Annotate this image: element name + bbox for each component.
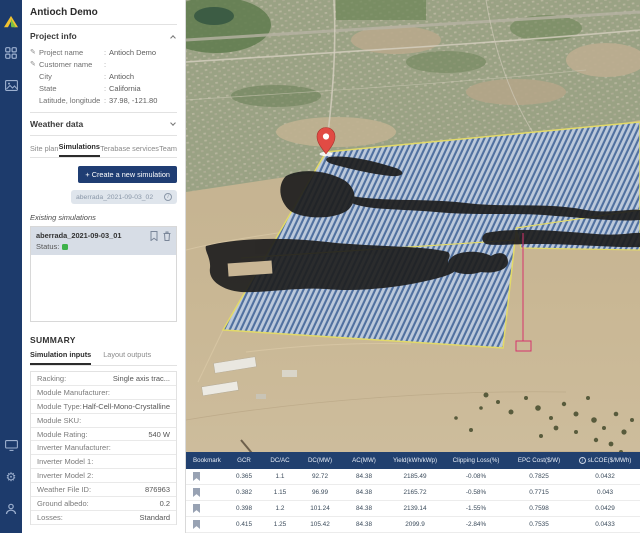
summary-table: Racking:Single axis trac... Module Manuf… <box>30 371 177 525</box>
summary-row: Inverter Model 1: <box>31 455 176 469</box>
info-icon[interactable]: i <box>579 457 586 464</box>
bookmark-icon[interactable] <box>193 520 200 529</box>
project-info-label: Project info <box>30 31 77 41</box>
tab-site-plan[interactable]: Site plan <box>30 144 58 157</box>
terabase-logo-icon <box>4 14 18 28</box>
info-icon[interactable]: i <box>164 193 172 201</box>
summary-row: Losses:Standard <box>31 511 176 525</box>
summary-row: Module SKU: <box>31 414 176 428</box>
summary-row: Inverter Manufacturer: <box>31 441 176 455</box>
weather-data-header[interactable]: Weather data <box>30 113 177 135</box>
tab-team[interactable]: Team <box>159 144 177 157</box>
create-simulation-button[interactable]: + Create a new simulation <box>78 166 177 183</box>
monitor-icon[interactable] <box>4 438 18 452</box>
simulation-list-item[interactable]: aberrada_2021-09-03_01 Status: <box>31 227 176 255</box>
summary-row: Module Rating:540 W <box>31 428 176 442</box>
bookmark-icon[interactable] <box>193 472 200 481</box>
col-gcr: GCR <box>226 457 262 464</box>
table-row[interactable]: 0.398 1.2 101.24 84.38 2139.14 -1.55% 0.… <box>186 501 640 517</box>
chevron-up-icon <box>170 35 176 41</box>
table-row[interactable]: 0.382 1.15 96.99 84.38 2165.72 -0.58% 0.… <box>186 485 640 501</box>
project-info-fields: ✎ Project name : Antioch Demo ✎ Customer… <box>30 47 177 112</box>
col-dc: DC(MW) <box>298 457 342 464</box>
simulation-name: aberrada_2021-09-03_01 <box>36 231 121 240</box>
map-canvas[interactable]: Bookmark GCR DC/AC DC(MW) AC(MW) Yield(k… <box>186 0 640 533</box>
project-info-header[interactable]: Project info <box>30 25 177 47</box>
left-panel: Antioch Demo Project info ✎ Project name… <box>22 0 186 533</box>
col-ac: AC(MW) <box>342 457 386 464</box>
simulation-status: Status: <box>36 242 121 251</box>
settings-gear-icon[interactable]: ⚙ <box>4 470 18 484</box>
edit-pencil-icon[interactable]: ✎ <box>30 47 39 59</box>
app-window: ⚙ Antioch Demo Project info ✎ Project na… <box>0 0 640 533</box>
tab-terabase-services[interactable]: Terabase services <box>100 144 159 157</box>
bookmark-icon[interactable] <box>193 488 200 497</box>
col-bookmark: Bookmark <box>186 457 226 464</box>
trash-icon[interactable] <box>163 231 171 241</box>
col-yield: Yield(kWh/kWp) <box>386 457 444 464</box>
bookmark-icon[interactable] <box>193 504 200 513</box>
field-state: State : California <box>30 83 177 95</box>
summary-row: Ground albedo:0.2 <box>31 497 176 511</box>
new-simulation-name-input[interactable]: aberrada_2021-09-03_02 i <box>71 190 177 204</box>
summary-row: Module Manufacturer: <box>31 386 176 400</box>
tab-simulation-inputs[interactable]: Simulation inputs <box>30 350 91 365</box>
icon-rail: ⚙ <box>0 0 22 533</box>
summary-title: SUMMARY <box>30 335 177 345</box>
summary-tabs: Simulation inputs Layout outputs <box>30 350 177 366</box>
summary-row: Inverter Model 2: <box>31 469 176 483</box>
status-green-icon <box>62 244 68 250</box>
panel-nav-tabs: Site plan Simulations Terabase services … <box>30 136 177 158</box>
weather-data-label: Weather data <box>30 119 83 129</box>
table-row[interactable]: 0.365 1.1 92.72 84.38 2185.49 -0.08% 0.7… <box>186 469 640 485</box>
results-table-header: Bookmark GCR DC/AC DC(MW) AC(MW) Yield(k… <box>186 452 640 469</box>
field-customer-name: ✎ Customer name : <box>30 59 177 71</box>
user-profile-icon[interactable] <box>4 502 18 516</box>
summary-row: Module Type:Half-Cell-Mono-Crystalline <box>31 400 176 414</box>
col-dcac: DC/AC <box>262 457 298 464</box>
col-epc: EPC Cost($/W) <box>508 457 570 464</box>
table-row[interactable]: 0.415 1.25 105.42 84.38 2099.9 -2.84% 0.… <box>186 517 640 533</box>
summary-row: Racking:Single axis trac... <box>31 372 176 386</box>
col-clipping: Clipping Loss(%) <box>444 457 508 464</box>
project-title: Antioch Demo <box>30 0 177 24</box>
field-city: City : Antioch <box>30 71 177 83</box>
field-lat-long: Latitude, longitude : 37.98, -121.80 <box>30 95 177 107</box>
results-table: Bookmark GCR DC/AC DC(MW) AC(MW) Yield(k… <box>186 452 640 533</box>
simulation-list: aberrada_2021-09-03_01 Status: <box>30 226 177 322</box>
existing-simulations-label: Existing simulations <box>30 213 177 222</box>
tab-simulations[interactable]: Simulations <box>59 142 100 157</box>
bookmark-icon[interactable] <box>150 231 158 241</box>
col-slcoe: i sLCOE($/MWh) <box>570 457 640 464</box>
field-project-name: ✎ Project name : Antioch Demo <box>30 47 177 59</box>
summary-row: Weather File ID:876963 <box>31 483 176 497</box>
map-image-icon[interactable] <box>4 78 18 92</box>
chevron-down-icon <box>170 120 176 126</box>
tab-layout-outputs[interactable]: Layout outputs <box>103 350 151 365</box>
apps-grid-icon[interactable] <box>4 46 18 60</box>
edit-pencil-icon[interactable]: ✎ <box>30 59 39 71</box>
